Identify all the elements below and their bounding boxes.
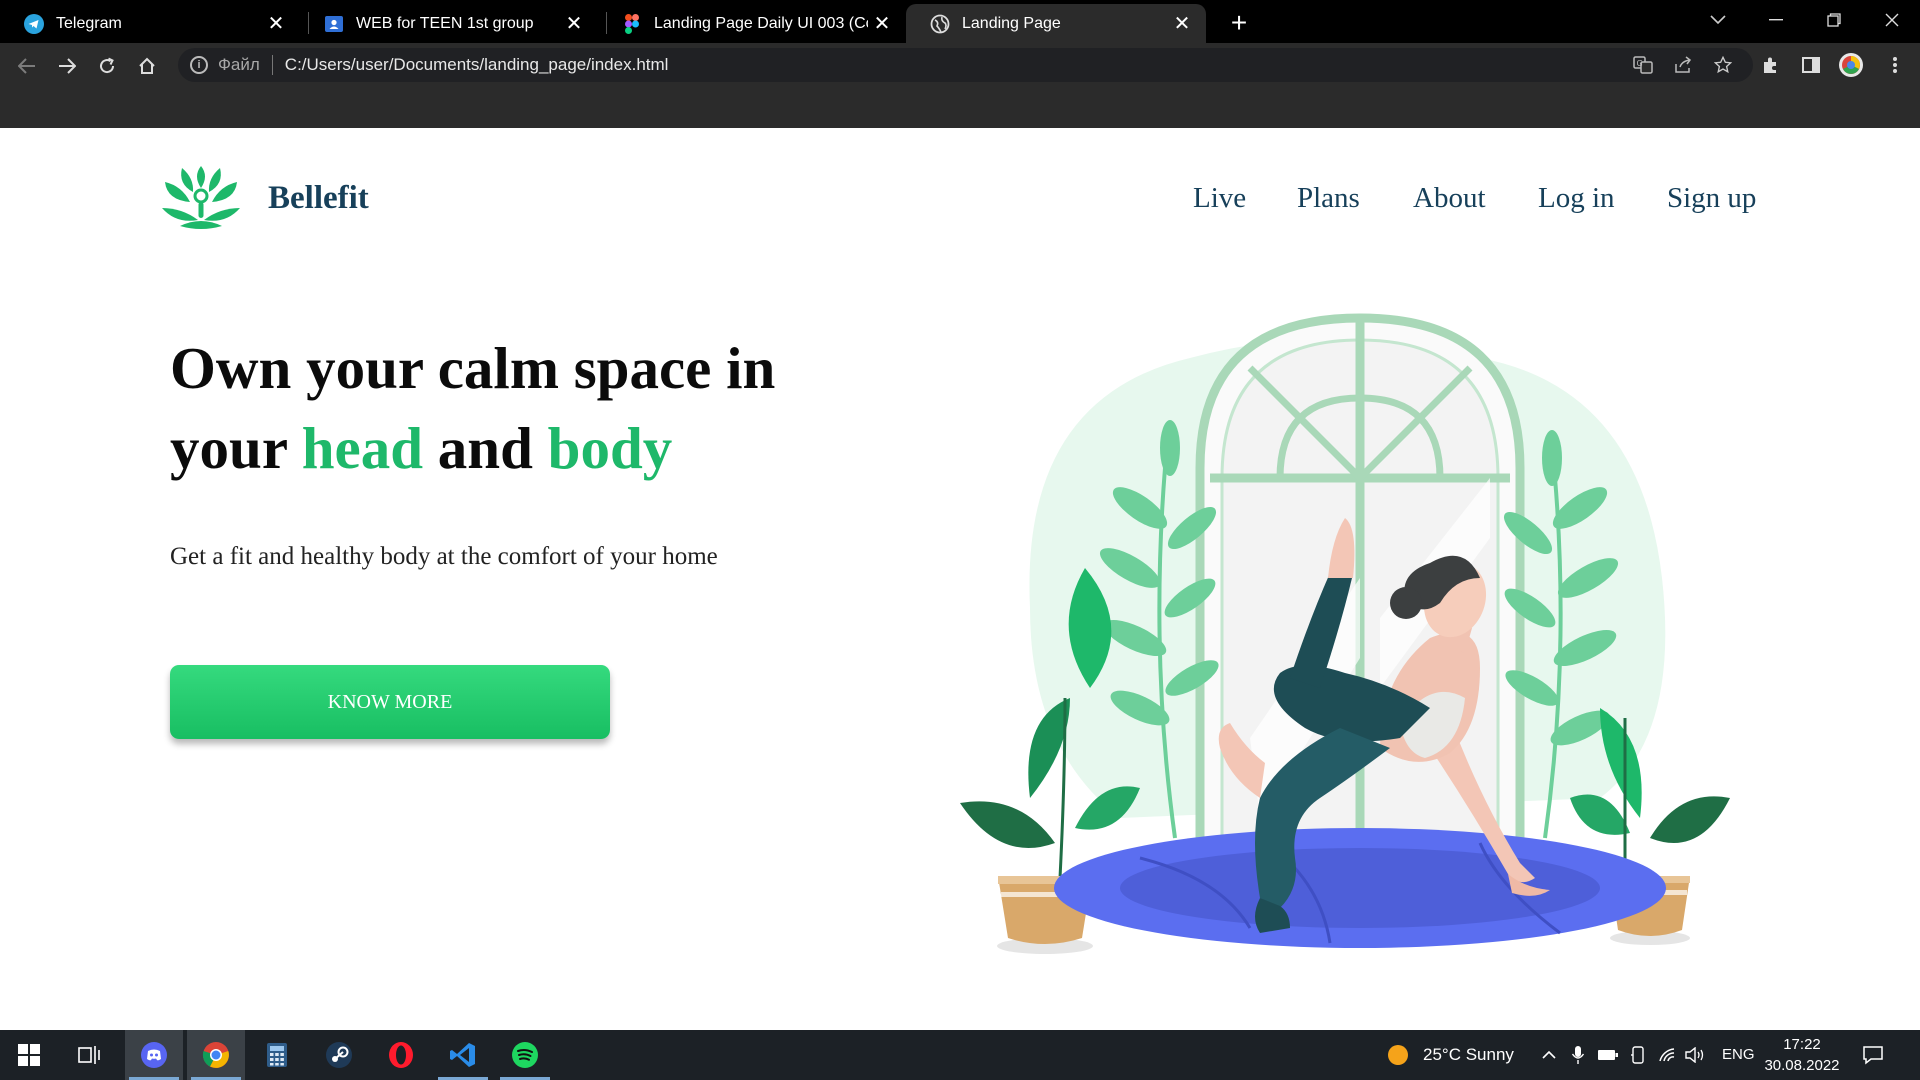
hero-line-2: your head and body <box>170 415 673 481</box>
landing-page: Bellefit Live Plans About Log in Sign up… <box>0 128 1920 1030</box>
home-icon[interactable] <box>130 49 164 83</box>
device-icon[interactable] <box>1626 1042 1650 1068</box>
nav-plans[interactable]: Plans <box>1297 182 1360 215</box>
yoga-mat <box>1054 828 1666 948</box>
task-view-icon[interactable] <box>60 1030 118 1080</box>
share-icon[interactable] <box>1668 50 1698 80</box>
bookmark-star-icon[interactable] <box>1708 50 1738 80</box>
clock-date: 30.08.2022 <box>1764 1057 1840 1074</box>
brand-name[interactable]: Bellefit <box>268 180 369 217</box>
extensions-icon[interactable] <box>1756 50 1786 80</box>
forward-icon[interactable] <box>50 49 84 83</box>
discord-icon[interactable] <box>125 1030 183 1080</box>
close-icon[interactable]: ✕ <box>868 11 896 36</box>
classroom-icon <box>324 14 344 34</box>
windows-start-icon[interactable] <box>0 1030 58 1080</box>
vscode-icon[interactable] <box>434 1030 492 1080</box>
bookmarks-bar <box>0 88 1920 128</box>
translate-icon[interactable]: G <box>1628 50 1658 80</box>
tab-title: WEB for TEEN 1st group <box>356 14 534 32</box>
nav-about[interactable]: About <box>1413 182 1486 215</box>
restore-icon[interactable] <box>1806 0 1862 40</box>
tab-telegram[interactable]: Telegram ✕ <box>0 4 300 43</box>
chrome-icon[interactable] <box>187 1030 245 1080</box>
opera-icon[interactable] <box>372 1030 430 1080</box>
tab-title: Telegram <box>56 14 122 32</box>
tab-landing-page[interactable]: Landing Page ✕ <box>906 4 1206 43</box>
close-window-icon[interactable] <box>1864 0 1920 40</box>
microphone-icon[interactable] <box>1566 1042 1590 1068</box>
yoga-illustration <box>960 313 1730 954</box>
address-bar[interactable]: i Файл C:/Users/user/Documents/landing_p… <box>178 48 1753 82</box>
language-indicator[interactable]: ENG <box>1722 1046 1755 1063</box>
tab-title: Landing Page <box>962 14 1061 32</box>
close-icon[interactable]: ✕ <box>1168 11 1196 36</box>
highlight-body: body <box>547 415 673 481</box>
wifi-icon[interactable] <box>1656 1042 1680 1068</box>
notifications-icon[interactable] <box>1858 1042 1888 1068</box>
close-icon[interactable]: ✕ <box>262 11 290 36</box>
reload-icon[interactable] <box>90 49 124 83</box>
nav-sign-up[interactable]: Sign up <box>1667 182 1756 215</box>
globe-icon <box>930 14 950 34</box>
tab-search-icon[interactable] <box>1690 0 1746 40</box>
side-panel-icon[interactable] <box>1796 50 1826 80</box>
info-icon[interactable]: i <box>190 56 208 74</box>
address-scheme: Файл <box>218 55 260 74</box>
hero-heading: Own your calm space in your head and bod… <box>170 328 890 488</box>
spotify-icon[interactable] <box>496 1030 554 1080</box>
hero-subtitle: Get a fit and healthy body at the comfor… <box>170 543 718 570</box>
svg-text:G: G <box>1637 59 1643 68</box>
clock-time: 17:22 <box>1783 1036 1821 1053</box>
figma-icon <box>622 13 642 34</box>
new-tab-button[interactable]: + <box>1222 6 1256 40</box>
know-more-button[interactable]: KNOW MORE <box>170 665 610 739</box>
back-icon[interactable] <box>10 49 44 83</box>
browser-toolbar: i Файл C:/Users/user/Documents/landing_p… <box>0 43 1920 88</box>
close-icon[interactable]: ✕ <box>560 11 588 36</box>
minimize-icon[interactable] <box>1748 0 1804 40</box>
weather-text[interactable]: 25°C Sunny <box>1423 1045 1514 1065</box>
volume-icon[interactable] <box>1684 1042 1708 1068</box>
steam-icon[interactable] <box>310 1030 368 1080</box>
address-url[interactable]: C:/Users/user/Documents/landing_page/ind… <box>285 55 669 75</box>
system-clock[interactable]: 17:22 30.08.2022 <box>1760 1034 1844 1076</box>
windows-taskbar: 25°C Sunny ENG 17:22 30.08.2022 <box>0 1030 1920 1080</box>
telegram-icon <box>24 13 44 34</box>
profile-avatar[interactable] <box>1836 50 1866 80</box>
weather-sun-icon[interactable] <box>1385 1042 1411 1068</box>
tab-figma[interactable]: Landing Page Daily UI 003 (Comm ✕ <box>598 4 906 43</box>
chevron-up-icon[interactable] <box>1537 1042 1561 1068</box>
nav-live[interactable]: Live <box>1193 182 1246 215</box>
tab-web-for-teen[interactable]: WEB for TEEN 1st group ✕ <box>300 4 598 43</box>
nav-log-in[interactable]: Log in <box>1538 182 1615 215</box>
highlight-head: head <box>301 415 424 481</box>
hero-line-1: Own your calm space in <box>170 335 776 401</box>
bellefit-logo-icon[interactable] <box>160 158 242 230</box>
menu-kebab-icon[interactable] <box>1880 50 1910 80</box>
tab-title: Landing Page Daily UI 003 (Comm <box>654 14 868 32</box>
tab-strip: Telegram ✕ WEB for TEEN 1st group ✕ Land… <box>0 0 1920 43</box>
calculator-icon[interactable] <box>248 1030 306 1080</box>
battery-icon[interactable] <box>1596 1042 1620 1068</box>
